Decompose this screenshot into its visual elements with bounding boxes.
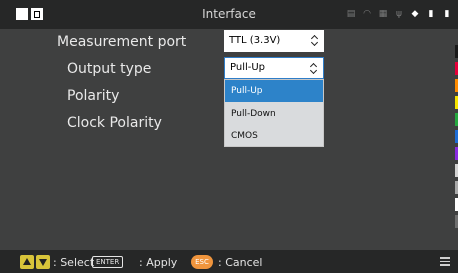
footer-hint-bar: : Select ENTER : Apply ESC : Cancel bbox=[0, 250, 458, 273]
menu-icon[interactable] bbox=[440, 257, 450, 267]
output-type-label: Output type bbox=[67, 61, 152, 77]
output-type-dropdown: Pull-Up Pull-Down CMOS bbox=[224, 79, 324, 147]
chevron-updown-icon bbox=[310, 35, 320, 47]
output-type-select[interactable]: Pull-Up bbox=[224, 57, 324, 79]
tag-icon: ◆ bbox=[411, 9, 419, 19]
device-screen: Interface ▤ ◠ ▦ ψ ◆ ▮ ▮ Measurement port… bbox=[0, 0, 458, 273]
sd-card-icon: ▮ bbox=[428, 9, 434, 19]
printer-icon: ▤ bbox=[346, 9, 356, 19]
status-icons: ▤ ◠ ▦ ψ ◆ ▮ ▮ bbox=[346, 9, 452, 19]
battery-icon: ▮ bbox=[444, 9, 450, 19]
select-hint: : Select bbox=[53, 256, 95, 269]
measurement-port-value: TTL (3.3V) bbox=[229, 35, 281, 46]
measurement-port-label: Measurement port bbox=[57, 34, 187, 50]
clock-polarity-label: Clock Polarity bbox=[67, 115, 162, 131]
enter-key-icon: ENTER bbox=[92, 256, 124, 268]
down-arrow-key-icon bbox=[36, 255, 50, 269]
polarity-label: Polarity bbox=[67, 88, 120, 104]
status-bar: Interface ▤ ◠ ▦ ψ ◆ ▮ ▮ bbox=[0, 0, 458, 29]
network-icon: ▦ bbox=[378, 9, 388, 19]
chevron-updown-icon bbox=[309, 63, 319, 75]
wifi-icon: ◠ bbox=[363, 9, 371, 19]
dropdown-option-pull-up[interactable]: Pull-Up bbox=[225, 80, 323, 102]
output-type-value: Pull-Up bbox=[230, 62, 266, 73]
dropdown-option-cmos[interactable]: CMOS bbox=[225, 125, 323, 147]
cancel-hint: : Cancel bbox=[218, 256, 263, 269]
dropdown-option-pull-down[interactable]: Pull-Down bbox=[225, 103, 323, 125]
apply-hint: : Apply bbox=[139, 256, 178, 269]
up-arrow-key-icon bbox=[20, 255, 34, 269]
measurement-port-select[interactable]: TTL (3.3V) bbox=[224, 30, 324, 52]
usb-icon: ψ bbox=[396, 9, 402, 19]
esc-key-icon: ESC bbox=[191, 255, 213, 269]
